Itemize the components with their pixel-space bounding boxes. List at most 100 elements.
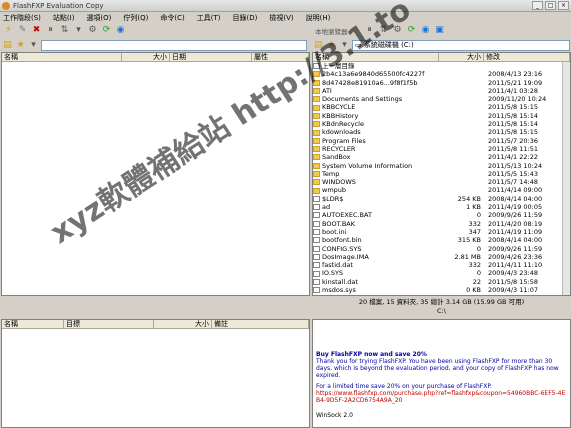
- file-icon: [313, 204, 320, 211]
- file-name: SandBox: [322, 153, 351, 162]
- file-row[interactable]: WINDOWS 2011/5/7 14:48: [313, 178, 570, 186]
- file-row[interactable]: kdownloads 2011/5/8 15:15: [313, 128, 570, 136]
- file-row[interactable]: kinstall.dat 22 2011/5/8 15:58: [313, 278, 570, 286]
- file-name: WINDOWS: [322, 178, 356, 187]
- local-browser-label[interactable]: 本地瀏覽器: [315, 26, 361, 36]
- file-row[interactable]: IO.SYS 0 2009/4/3 23:48: [313, 269, 570, 277]
- file-row[interactable]: System Volume Information 2011/5/13 10:24: [313, 162, 570, 170]
- file-row[interactable]: boot.ini 347 2011/4/19 11:09: [313, 228, 570, 236]
- left-toolbar: ⚡ ✎ ✖ ⏸ ⇅ ▾ ⚙ ⟳ ◉: [0, 23, 310, 38]
- col-name[interactable]: 名稱: [313, 53, 439, 61]
- refresh-icon[interactable]: ⟳: [406, 25, 417, 36]
- file-row[interactable]: ATI 2011/4/1 03:28: [313, 87, 570, 95]
- settings-icon[interactable]: ⚙: [87, 25, 98, 36]
- menu-queue[interactable]: 佇列(Q): [123, 13, 148, 23]
- file-row[interactable]: RECYCLER 2011/5/8 11:51: [313, 145, 570, 153]
- file-row[interactable]: DosImage.IMA 2.81 MB 2009/4/26 23:36: [313, 253, 570, 261]
- col-modified[interactable]: 修改: [484, 53, 570, 61]
- col-queue-note[interactable]: 備註: [212, 320, 309, 328]
- file-size: 2.81 MB: [454, 252, 481, 261]
- disconnect-icon[interactable]: ✖: [31, 25, 42, 36]
- local-file-pane[interactable]: 名稱 大小 修改 上一層目錄 2b4c13a6e9840d65500fc4227f…: [312, 52, 571, 296]
- connect-icon[interactable]: ⚡: [3, 25, 14, 36]
- file-row[interactable]: KBBHistory 2011/5/8 15:14: [313, 112, 570, 120]
- sync-icon[interactable]: ◉: [420, 25, 431, 36]
- file-row[interactable]: Temp 2011/5/5 15:43: [313, 170, 570, 178]
- file-row[interactable]: KBBCYCLE 2011/5/8 15:15: [313, 103, 570, 111]
- file-row[interactable]: msdos.sys 0 KB 2009/4/3 11:07: [313, 286, 570, 294]
- pause-icon[interactable]: ⏸: [364, 25, 375, 36]
- file-date: 2011/5/8 15:14: [488, 120, 538, 129]
- file-row[interactable]: fastid.dat 332 2011/4/11 11:10: [313, 261, 570, 269]
- close-button[interactable]: ×: [558, 1, 569, 10]
- transfer-icon[interactable]: ⇅: [378, 25, 389, 36]
- col-attributes[interactable]: 屬性: [252, 53, 309, 61]
- file-name-cell: SandBox: [313, 153, 439, 161]
- file-size: 1 KB: [466, 203, 481, 212]
- menu-sites[interactable]: 站點(I): [53, 13, 75, 23]
- file-row[interactable]: 上一層目錄: [313, 62, 570, 70]
- status-summary: 20 檔案, 15 資料夾, 35 總計 3.14 GB (15.99 GB 可…: [358, 298, 525, 306]
- menu-directory[interactable]: 目錄(D): [233, 13, 258, 23]
- transfer-icon[interactable]: ⇅: [59, 25, 70, 36]
- left-path-input[interactable]: [41, 39, 307, 51]
- file-date: 2011/5/8 15:14: [488, 111, 538, 120]
- folder-icon[interactable]: ▤: [313, 40, 324, 51]
- col-date[interactable]: 日期: [170, 53, 252, 61]
- minimize-button[interactable]: _: [532, 1, 543, 10]
- file-row[interactable]: AUTOEXEC.BAT 0 2009/9/26 11:59: [313, 211, 570, 219]
- col-name[interactable]: 名稱: [2, 53, 122, 61]
- folder-icon: [313, 187, 320, 194]
- file-name: ATI: [322, 86, 332, 95]
- file-date: 2009/9/26 11:59: [488, 244, 543, 253]
- local-scrollbar[interactable]: [562, 62, 570, 295]
- queue-pane[interactable]: 名稱 目標 大小 備註: [1, 319, 310, 428]
- menu-tools[interactable]: 工具(T): [197, 13, 221, 23]
- file-row[interactable]: BOOT.BAK 332 2011/4/20 08:19: [313, 220, 570, 228]
- quick-connect-icon[interactable]: ✎: [17, 25, 28, 36]
- file-row[interactable]: $LDR$ 254 KB 2008/4/14 04:00: [313, 195, 570, 203]
- file-row[interactable]: SandBox 2011/4/1 22:22: [313, 153, 570, 161]
- file-row[interactable]: wmpub 2011/4/14 09:00: [313, 186, 570, 194]
- settings-icon[interactable]: ⚙: [392, 25, 403, 36]
- right-path-input[interactable]: ▭ 系統磁碟機 (C:): [352, 39, 570, 51]
- history-icon[interactable]: ▾: [28, 40, 39, 51]
- pause-icon[interactable]: ⏸: [45, 25, 56, 36]
- col-size[interactable]: 大小: [122, 53, 170, 61]
- file-name: fastid.dat: [322, 261, 353, 270]
- menu-session[interactable]: 工作階段(S): [3, 13, 41, 23]
- col-queue-name[interactable]: 名稱: [2, 320, 64, 328]
- menu-options[interactable]: 選項(O): [86, 13, 111, 23]
- col-queue-target[interactable]: 目標: [64, 320, 154, 328]
- history-icon[interactable]: ▾: [339, 40, 350, 51]
- favorites-star-icon[interactable]: ★: [326, 40, 337, 51]
- log-purchase-link[interactable]: https://www.flashfxp.com/purchase.php?re…: [316, 390, 567, 404]
- file-row[interactable]: 8d47428e81910a6...9f8f1f5b 2011/5/21 19:0…: [313, 79, 570, 87]
- col-queue-size[interactable]: 大小: [154, 320, 212, 328]
- menu-help[interactable]: 說明(H): [306, 13, 331, 23]
- file-row[interactable]: Documents and Settings 2009/11/20 10:24: [313, 95, 570, 103]
- file-row[interactable]: CONFIG.SYS 0 2009/9/26 11:59: [313, 245, 570, 253]
- log-heading: Buy FlashFXP now and save 20%: [316, 351, 427, 358]
- file-name: boot.ini: [322, 227, 347, 236]
- log-pane[interactable]: Buy FlashFXP now and save 20% Thank you …: [312, 319, 571, 428]
- file-row[interactable]: 2b4c13a6e9840d65500fc4227f 2008/4/13 23:1…: [313, 70, 570, 78]
- sync-icon[interactable]: ◉: [115, 25, 126, 36]
- col-size[interactable]: 大小: [439, 53, 484, 61]
- dropdown-icon[interactable]: ▾: [73, 25, 84, 36]
- file-row[interactable]: ad 1 KB 2011/4/19 00:05: [313, 203, 570, 211]
- file-row[interactable]: KBdnRecycle 2011/5/8 15:14: [313, 120, 570, 128]
- site-manager-icon[interactable]: ▣: [434, 25, 445, 36]
- menu-view[interactable]: 檢視(V): [269, 13, 293, 23]
- favorites-star-icon[interactable]: ★: [15, 40, 26, 51]
- folder-icon[interactable]: ▤: [2, 40, 13, 51]
- refresh-icon[interactable]: ⟳: [101, 25, 112, 36]
- maximize-button[interactable]: □: [545, 1, 556, 10]
- remote-file-pane[interactable]: 名稱 大小 日期 屬性: [1, 52, 310, 296]
- file-date: 2011/4/19 00:05: [488, 203, 543, 212]
- file-size: 254 KB: [457, 194, 481, 203]
- menu-commands[interactable]: 命令(C): [160, 13, 184, 23]
- file-row[interactable]: bootfont.bin 315 KB 2008/4/14 04:00: [313, 236, 570, 244]
- folder-icon: [313, 171, 320, 177]
- file-row[interactable]: Program Files 2011/5/7 20:36: [313, 137, 570, 145]
